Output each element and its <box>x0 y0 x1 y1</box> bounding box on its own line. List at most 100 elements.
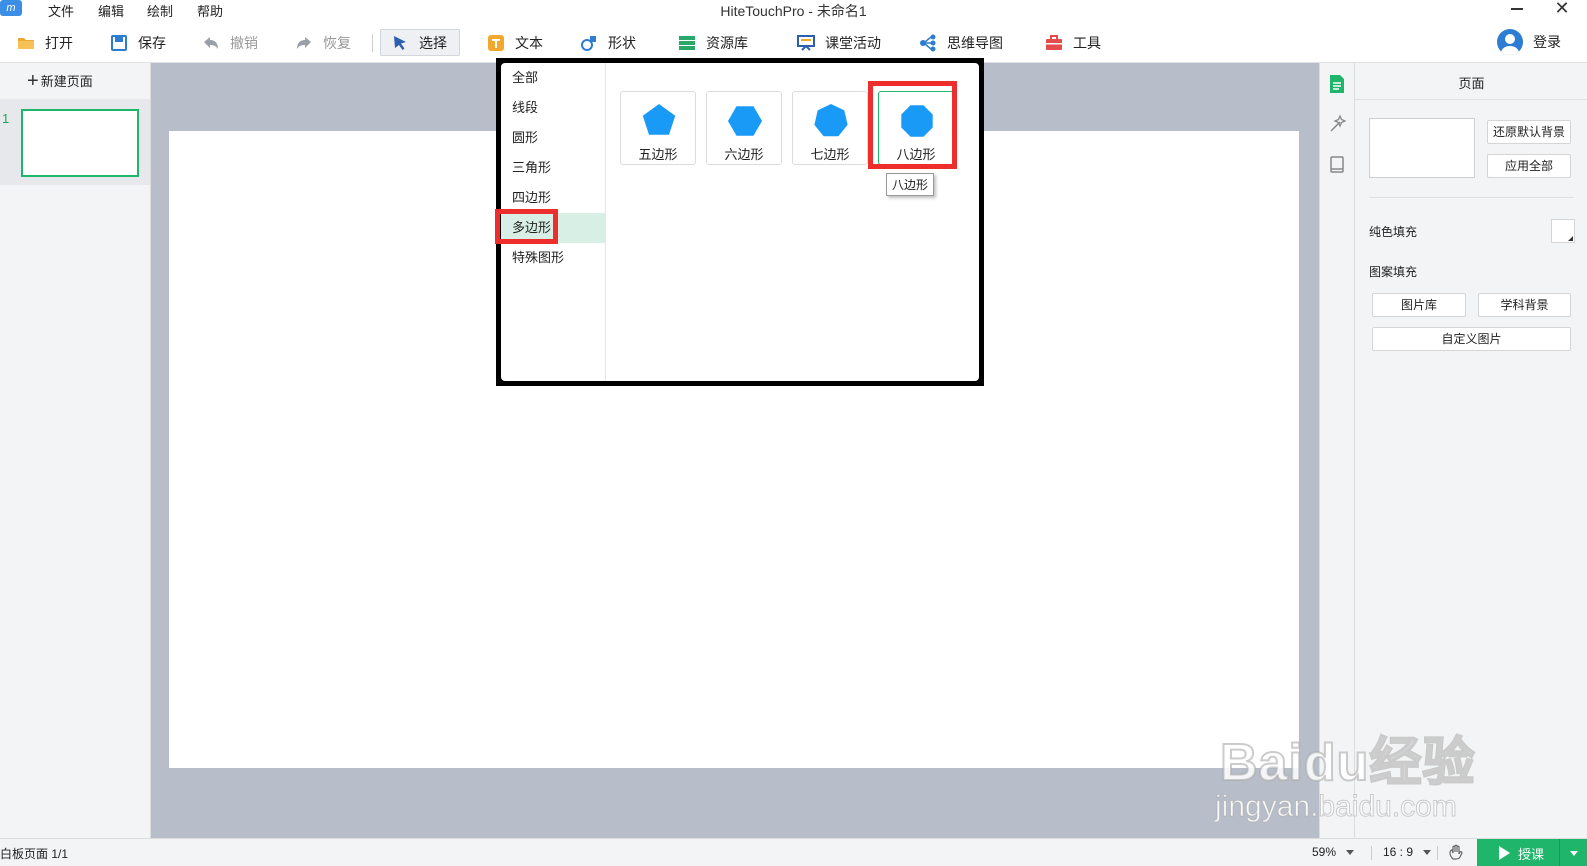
cursor-icon <box>394 35 406 50</box>
toolbox-icon <box>1046 35 1062 50</box>
shape-hexagon[interactable]: 六边形 <box>706 91 782 165</box>
main-toolbar: 打开 保存 撤销 恢复 选择 文本 形状 资源库 课堂活动 思维导图 工具 登录 <box>0 20 1587 63</box>
chevron-down-icon <box>1346 850 1355 856</box>
shape-category-list: 全部 线段 圆形 三角形 四边形 多边形 特殊图形 <box>501 63 606 381</box>
pattern-fill-label: 图案填充 <box>1369 265 1418 279</box>
custom-image-button[interactable]: 自定义图片 <box>1372 327 1571 351</box>
subject-bg-button[interactable]: 学科背景 <box>1478 293 1571 317</box>
fill-color-picker[interactable] <box>1551 219 1575 243</box>
undo-icon <box>204 37 218 49</box>
octagon-icon <box>901 105 933 137</box>
open-button[interactable]: 打开 <box>17 30 73 56</box>
chevron-down-icon <box>1423 850 1432 856</box>
tools-button[interactable]: 工具 <box>1045 30 1101 56</box>
page-settings-icon[interactable] <box>1328 74 1346 94</box>
panel-title: 页面 <box>1458 76 1485 91</box>
shape-label: 形状 <box>608 35 636 51</box>
divider <box>1437 846 1438 860</box>
tools-label: 工具 <box>1073 35 1101 51</box>
redo-button[interactable]: 恢复 <box>295 30 351 56</box>
zoom-value: 59% <box>1312 845 1337 859</box>
mind-map-label: 思维导图 <box>947 35 1003 51</box>
select-tool-button[interactable]: 选择 <box>380 29 460 56</box>
shapes-icon <box>581 36 596 51</box>
status-bar: 白板页面 1/1 59% 16 : 9 授课 <box>0 838 1587 866</box>
category-quadrilateral[interactable]: 四边形 <box>501 183 606 213</box>
shape-picker-popup: 全部 线段 圆形 三角形 四边形 多边形 特殊图形 五边形 六边形 七边形 八边… <box>495 58 984 386</box>
database-icon <box>679 36 695 50</box>
undo-button[interactable]: 撤销 <box>202 30 258 56</box>
shape-octagon[interactable]: 八边形 <box>878 91 954 165</box>
shape-tool-button[interactable]: 形状 <box>580 30 636 56</box>
category-line[interactable]: 线段 <box>501 93 606 123</box>
toolbar-divider <box>372 34 373 52</box>
plus-icon: + <box>27 69 39 92</box>
gesture-icon[interactable] <box>1448 844 1465 861</box>
minimize-button[interactable] <box>1508 0 1528 18</box>
shape-label: 五边形 <box>638 147 678 162</box>
class-activity-button[interactable]: 课堂活动 <box>797 30 881 56</box>
menu-edit[interactable]: 编辑 <box>98 1 124 20</box>
presentation-icon <box>797 35 815 51</box>
pentagon-icon <box>642 104 676 135</box>
category-all[interactable]: 全部 <box>501 63 606 93</box>
background-preview <box>1369 118 1475 178</box>
redo-label: 恢复 <box>323 35 351 51</box>
page-properties-panel: 页面 还原默认背景 应用全部 纯色填充 图案填充 图片库 学科背景 自定义图片 <box>1354 63 1587 838</box>
save-icon <box>111 35 127 51</box>
page-list-panel: + 新建页面 1 <box>0 63 151 838</box>
apply-all-button[interactable]: 应用全部 <box>1487 154 1571 178</box>
page-status: 白板页面 1/1 <box>0 847 69 861</box>
play-icon <box>1499 846 1510 860</box>
close-button[interactable]: ✕ <box>1553 0 1571 18</box>
save-button[interactable]: 保存 <box>110 30 166 56</box>
hexagon-icon <box>728 106 762 136</box>
right-icon-rail <box>1319 63 1354 838</box>
category-special[interactable]: 特殊图形 <box>501 243 606 273</box>
shape-label: 八边形 <box>896 147 936 162</box>
open-label: 打开 <box>45 35 73 51</box>
shape-tooltip: 八边形 <box>886 173 935 196</box>
magic-wand-icon[interactable] <box>1328 114 1346 134</box>
shape-picker-content: 全部 线段 圆形 三角形 四边形 多边形 特殊图形 五边形 六边形 七边形 八边… <box>495 63 979 381</box>
folder-icon <box>18 38 34 49</box>
save-label: 保存 <box>138 35 166 51</box>
menu-help[interactable]: 帮助 <box>197 1 223 20</box>
divider <box>1355 99 1587 100</box>
text-icon <box>488 35 504 51</box>
heptagon-icon <box>814 104 848 137</box>
undo-label: 撤销 <box>230 35 258 51</box>
class-activity-label: 课堂活动 <box>825 35 881 51</box>
teach-button[interactable]: 授课 <box>1477 839 1559 866</box>
page-number: 1 <box>2 111 10 126</box>
menu-file[interactable]: 文件 <box>48 1 74 20</box>
image-library-button[interactable]: 图片库 <box>1372 293 1466 317</box>
zoom-select[interactable]: 59% <box>1312 845 1355 859</box>
user-avatar-icon <box>1497 29 1523 55</box>
login-button[interactable]: 登录 <box>1497 27 1561 57</box>
new-page-button[interactable]: + 新建页面 <box>27 69 93 92</box>
resources-button[interactable]: 资源库 <box>678 30 748 56</box>
new-page-label: 新建页面 <box>40 74 93 89</box>
shape-label: 七边形 <box>810 147 850 162</box>
mind-map-button[interactable]: 思维导图 <box>919 30 1003 56</box>
window-title: HiteTouchPro - 未命名1 <box>720 3 867 19</box>
text-tool-button[interactable]: 文本 <box>487 30 543 56</box>
shape-pentagon[interactable]: 五边形 <box>620 91 696 165</box>
title-bar: m 文件 编辑 绘制 帮助 HiteTouchPro - 未命名1 ✕ <box>0 0 1587 20</box>
ratio-value: 16 : 9 <box>1383 845 1414 859</box>
category-circle[interactable]: 圆形 <box>501 123 606 153</box>
shape-heptagon[interactable]: 七边形 <box>792 91 868 165</box>
redo-icon <box>297 37 311 49</box>
category-triangle[interactable]: 三角形 <box>501 153 606 183</box>
page-thumbnail[interactable] <box>21 109 139 177</box>
aspect-ratio-select[interactable]: 16 : 9 <box>1383 845 1432 859</box>
teach-dropdown-button[interactable] <box>1559 839 1587 866</box>
mind-map-icon <box>920 34 936 52</box>
app-logo-icon: m <box>0 0 22 16</box>
book-icon[interactable] <box>1328 155 1346 175</box>
category-polygon[interactable]: 多边形 <box>501 213 606 243</box>
menu-draw[interactable]: 绘制 <box>147 1 173 20</box>
restore-default-bg-button[interactable]: 还原默认背景 <box>1487 120 1571 144</box>
page-thumbnail-item[interactable]: 1 <box>0 99 150 185</box>
